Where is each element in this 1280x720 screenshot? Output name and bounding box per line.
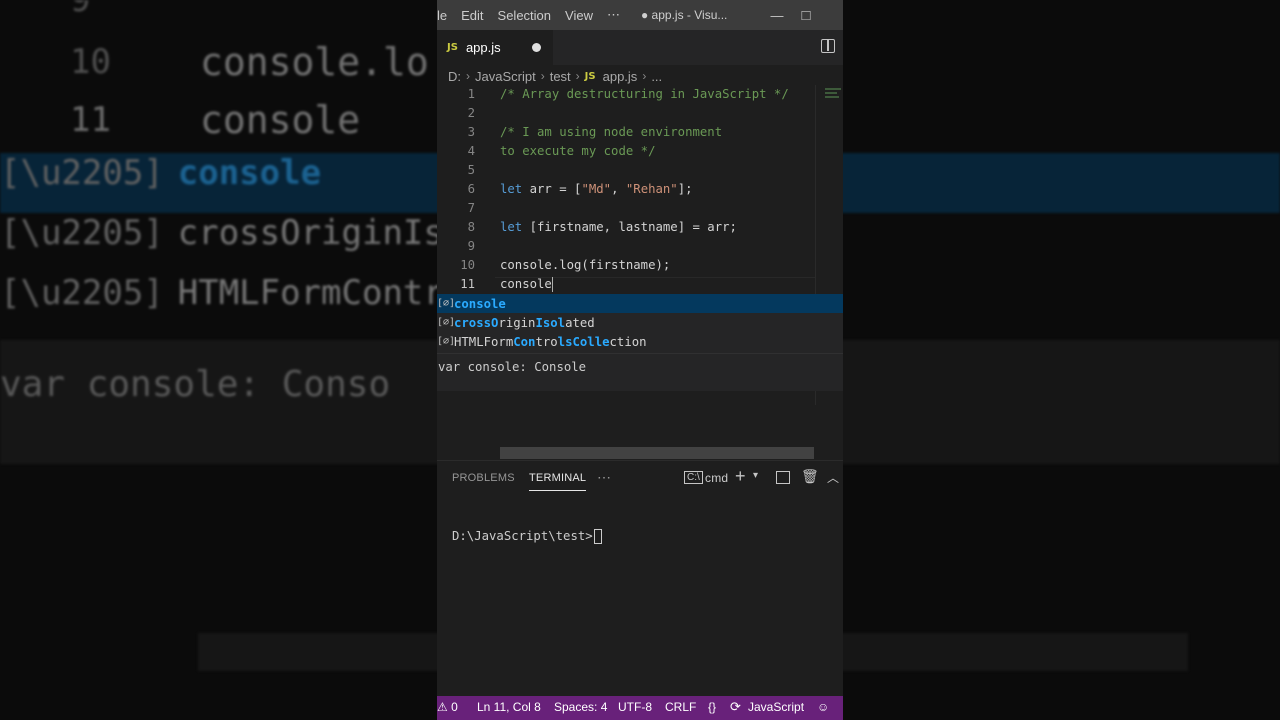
tab-label: app.js (465, 40, 501, 55)
menu-bar: le Edit Selection View ⋯ (437, 7, 627, 23)
suggestion-item-htmlformcontrolscollection[interactable]: [∅] HTMLFormControlsCollection (437, 332, 843, 351)
code-line-11[interactable]: console (500, 277, 554, 292)
terminal-cursor (593, 529, 602, 544)
vscode-window: le Edit Selection View ⋯ ● app.js - Visu… (437, 0, 843, 720)
horizontal-scrollbar[interactable] (500, 447, 814, 459)
code-line-1[interactable]: /* Array destructuring in JavaScript */ (500, 87, 789, 101)
menu-view[interactable]: View (558, 8, 600, 23)
indentation-status[interactable]: Spaces: 4 (554, 700, 607, 714)
problems-status[interactable]: ⚠ 0 (437, 700, 458, 714)
line-number: 2 (467, 106, 475, 120)
sync-icon[interactable]: ⟳ (730, 699, 741, 715)
code-text: arr = [ (522, 182, 582, 196)
tab-app-js[interactable]: JS app.js (437, 30, 553, 65)
line-number: 7 (467, 201, 475, 215)
variable-icon: [∅] (437, 298, 456, 309)
keyword: let (500, 182, 523, 196)
code-text: , (611, 182, 626, 196)
line-number: 3 (467, 125, 475, 139)
minimap[interactable] (825, 88, 841, 102)
breadcrumb: D: › JavaScript › test › JS app.js › ... (437, 65, 843, 87)
line-number: 1 (467, 87, 475, 101)
line-number: 8 (467, 220, 475, 234)
variable-icon: [∅] (437, 317, 456, 328)
terminal-shell-name[interactable]: cmd (705, 471, 728, 485)
code-line-10[interactable]: console.log(firstname); (500, 258, 670, 272)
feedback-icon[interactable]: ☺ (817, 700, 829, 714)
line-number: 11 (460, 277, 475, 291)
suggest-widget: [∅] console [∅] crossOriginIsolated [∅] … (437, 294, 843, 353)
string-literal: "Md" (581, 182, 612, 196)
code-text: ]; (677, 182, 693, 196)
unsaved-dot-icon[interactable] (532, 43, 541, 52)
chevron-right-icon: › (466, 69, 470, 83)
suggestion-label: HTMLFormControlsCollection (454, 334, 647, 349)
menu-more-icon[interactable]: ⋯ (600, 7, 627, 23)
breadcrumb-item[interactable]: test (550, 69, 571, 84)
terminal-shell-icon: C:\ (684, 471, 703, 484)
breadcrumb-item[interactable]: D: (448, 69, 461, 84)
panel-more-icon[interactable]: ⋯ (597, 469, 611, 486)
cursor-position[interactable]: Ln 11, Col 8 (477, 700, 541, 714)
bottom-panel: PROBLEMS TERMINAL ⋯ C:\ cmd + ▾ 🗑 ︿ D:\J… (437, 460, 843, 696)
bg-line-number: 10 (70, 42, 111, 82)
trash-icon[interactable]: 🗑 (801, 468, 819, 485)
bg-code-line: console.lo (200, 40, 429, 84)
title-bar: le Edit Selection View ⋯ ● app.js - Visu… (437, 0, 843, 30)
terminal-output[interactable]: D:\JavaScript\test> (452, 529, 602, 544)
eol-status[interactable]: CRLF (665, 700, 696, 714)
chevron-right-icon: › (575, 69, 580, 83)
line-number: 9 (467, 239, 475, 253)
breadcrumb-item[interactable]: app.js (603, 69, 638, 84)
split-terminal-icon[interactable] (776, 471, 790, 484)
menu-selection[interactable]: Selection (491, 8, 558, 23)
line-number: 5 (467, 163, 475, 177)
menu-file[interactable]: le (437, 8, 454, 23)
keyword: let (500, 220, 523, 234)
suggest-details: var console: Console (437, 353, 843, 391)
javascript-file-icon: JS (447, 42, 458, 53)
line-number: 10 (460, 258, 475, 272)
editor-tabs: JS app.js (437, 30, 843, 65)
language-mode[interactable]: JavaScript (748, 700, 804, 714)
bg-line-number: 11 (70, 100, 111, 140)
line-number: 4 (467, 144, 475, 158)
tab-terminal[interactable]: TERMINAL (529, 472, 587, 491)
line-number: 6 (467, 182, 475, 196)
chevron-right-icon: › (540, 69, 545, 83)
chevron-up-icon[interactable]: ︿ (827, 469, 839, 486)
code-text: console (500, 277, 552, 291)
breadcrumb-item[interactable]: ... (651, 69, 662, 84)
status-bar: ⚠ 0 Ln 11, Col 8 Spaces: 4 UTF-8 CRLF {}… (437, 696, 843, 720)
code-text: [firstname, lastname] = arr; (522, 220, 737, 234)
code-line-6[interactable]: let arr = ["Md", "Rehan"]; (500, 182, 693, 196)
code-line-3[interactable]: /* I am using node environment (500, 125, 722, 139)
suggestion-label: console (454, 296, 506, 311)
string-literal: "Rehan" (625, 182, 678, 196)
chevron-right-icon: › (642, 69, 647, 83)
suggestion-item-console[interactable]: [∅] console (437, 294, 843, 313)
javascript-file-icon: JS (584, 70, 596, 82)
new-terminal-icon[interactable]: + (735, 466, 746, 487)
menu-edit[interactable]: Edit (454, 8, 490, 23)
tab-problems[interactable]: PROBLEMS (452, 472, 515, 484)
breadcrumb-item[interactable]: JavaScript (475, 69, 536, 84)
split-editor-icon[interactable] (821, 39, 835, 53)
bg-line-number: 9 (70, 0, 91, 20)
chevron-down-icon[interactable]: ▾ (753, 470, 758, 481)
encoding-status[interactable]: UTF-8 (618, 700, 652, 714)
suggestion-label: crossOriginIsolated (454, 315, 595, 330)
text-cursor (551, 277, 554, 292)
variable-icon: [∅] (437, 336, 456, 347)
terminal-prompt: D:\JavaScript\test> (452, 529, 593, 543)
code-line-4[interactable]: to execute my code */ (500, 144, 655, 158)
maximize-button[interactable]: □ (783, 0, 829, 30)
suggestion-item-crossoriginisolated[interactable]: [∅] crossOriginIsolated (437, 313, 843, 332)
window-title: ● app.js - Visu... (640, 8, 728, 22)
code-editor[interactable]: 1 2 3 4 5 6 7 8 9 10 11 /* Array destruc… (437, 85, 843, 460)
panel-tabs: PROBLEMS TERMINAL ⋯ C:\ cmd + ▾ 🗑 ︿ (437, 461, 843, 496)
bg-code-line: console (200, 98, 361, 142)
code-line-8[interactable]: let [firstname, lastname] = arr; (500, 220, 737, 234)
braces-icon[interactable]: {} (708, 700, 716, 714)
